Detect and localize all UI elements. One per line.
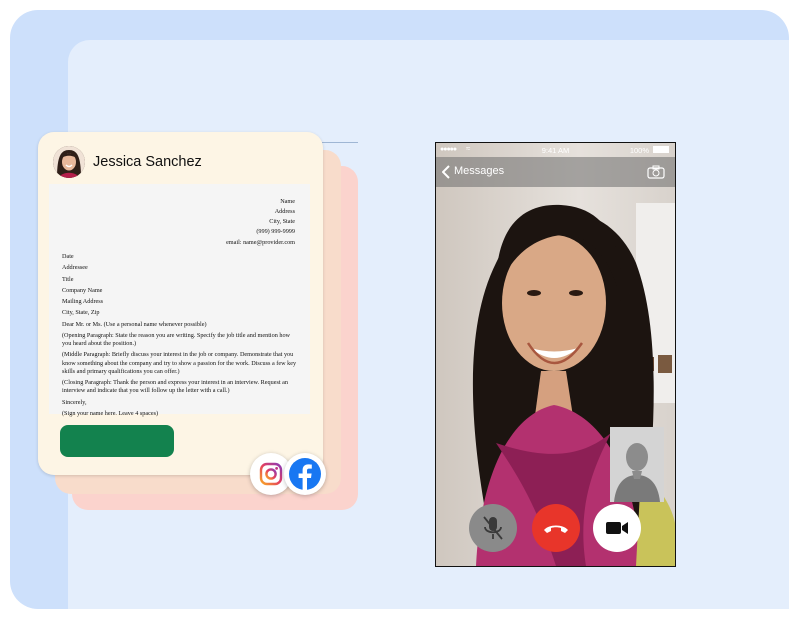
action-button[interactable]	[60, 425, 174, 457]
letter-signature: (Sign your name here. Leave 4 spaces)	[62, 409, 159, 417]
video-camera-icon	[606, 522, 628, 534]
flip-camera-icon[interactable]	[647, 165, 665, 184]
contact-card: Jessica Sanchez Name Address City, State…	[38, 132, 323, 475]
video-call-screen: ●●●●● ≈ 9:41 AM 100% Messages	[435, 142, 676, 567]
chevron-left-icon	[442, 165, 450, 179]
letter-city-state-zip: City, State, Zip	[62, 309, 100, 317]
letter-body: Date Addressee Title Company Name Mailin…	[62, 253, 300, 421]
facebook-button[interactable]	[284, 453, 326, 495]
divider-line	[322, 142, 358, 143]
facebook-icon	[288, 457, 322, 491]
navigation-bar: Messages	[436, 157, 675, 187]
end-call-icon	[544, 525, 568, 533]
letter-header: Name Address City, State (999) 999-9999 …	[226, 198, 295, 249]
letter-salutation: Dear Mr. or Ms. (Use a personal name whe…	[62, 320, 207, 328]
sender-address: Address	[274, 208, 295, 216]
sender-email: email: name@provider.com	[226, 238, 295, 246]
instagram-icon	[259, 462, 283, 486]
letter-date: Date	[62, 253, 74, 260]
video-toggle-button[interactable]	[593, 504, 641, 552]
battery-icon	[653, 146, 669, 153]
remote-video-feed	[436, 143, 675, 566]
person-placeholder-icon	[610, 427, 664, 502]
mute-button[interactable]	[469, 504, 517, 552]
battery-percent: 100%	[629, 146, 649, 155]
closing-paragraph: (Closing Paragraph: Thank the person and…	[62, 379, 288, 395]
back-label: Messages	[454, 165, 505, 177]
self-view-preview[interactable]	[610, 427, 664, 502]
sender-phone: (999) 999-9999	[256, 228, 295, 236]
letter-closing: Sincerely,	[62, 398, 87, 406]
opening-paragraph: (Opening Paragraph: State the reason you…	[62, 331, 291, 347]
avatar	[53, 146, 85, 178]
letter-company: Company Name	[62, 286, 103, 294]
status-bar: ●●●●● ≈ 9:41 AM 100%	[436, 143, 675, 157]
middle-paragraph: (Middle Paragraph: Briefly discuss your …	[62, 351, 297, 375]
contact-name: Jessica Sanchez	[93, 154, 202, 170]
sender-name: Name	[280, 198, 295, 205]
letter-addressee: Addressee	[62, 264, 88, 272]
mute-microphone-icon	[483, 516, 503, 540]
cover-letter-document: Name Address City, State (999) 999-9999 …	[49, 184, 310, 417]
sender-city-state: City, State	[269, 218, 295, 226]
letter-mailing-address: Mailing Address	[62, 298, 104, 305]
end-call-button[interactable]	[532, 504, 580, 552]
letter-title: Title	[62, 275, 74, 283]
